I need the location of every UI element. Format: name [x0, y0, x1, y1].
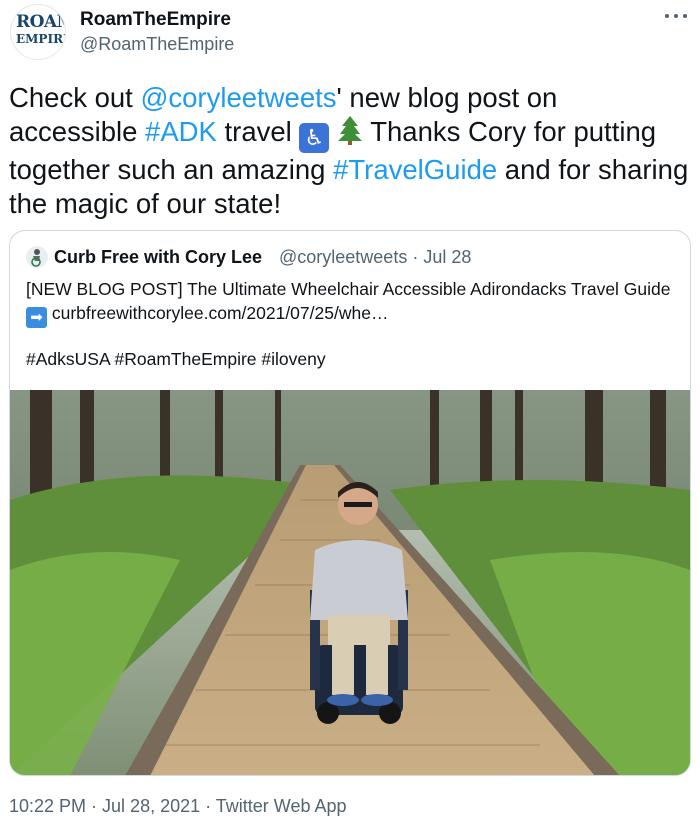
quoted-tweet[interactable]: Curb Free with Cory Lee @coryleetweets ·… — [9, 230, 691, 776]
quoted-hashtags: #AdksUSA #RoamTheEmpire #iloveny — [26, 349, 326, 369]
evergreen-tree-emoji — [338, 116, 363, 145]
roam-the-empire-logo: ROAM EMPIRE — [16, 12, 65, 47]
mention-link[interactable]: @coryleetweets — [140, 82, 336, 113]
more-horizontal-icon[interactable] — [662, 6, 690, 26]
quoted-display-name[interactable]: Curb Free with Cory Lee — [54, 247, 262, 268]
quoted-tweet-text: [NEW BLOG POST] The Ultimate Wheelchair … — [26, 277, 686, 328]
account-handle[interactable]: @RoamTheEmpire — [80, 34, 234, 55]
tweet-header: ROAM EMPIRE RoamTheEmpire @RoamTheEmpire — [10, 4, 690, 60]
tweet-timestamp-source[interactable]: 10:22 PM · Jul 28, 2021 · Twitter Web Ap… — [9, 796, 347, 817]
right-arrow-emoji: ➡ — [26, 307, 47, 328]
tweet-text-segment: Check out — [9, 82, 141, 113]
hashtag-travelguide-link[interactable]: #TravelGuide — [333, 154, 497, 185]
man-in-wheelchair-on-forest-boardwalk-photo[interactable] — [10, 390, 690, 776]
quoted-handle-date[interactable]: @coryleetweets · Jul 28 — [279, 247, 471, 268]
tweet-text: Check out @coryleetweets' new blog post … — [9, 81, 689, 221]
quoted-link[interactable]: curbfreewithcorylee.com/2021/07/25/whe… — [52, 303, 389, 323]
display-name[interactable]: RoamTheEmpire — [80, 9, 231, 31]
quoted-avatar[interactable] — [26, 246, 48, 268]
hashtag-adk-link[interactable]: #ADK — [145, 116, 217, 147]
tweet-text-segment: travel — [216, 116, 300, 147]
quoted-text-segment: [NEW BLOG POST] The Ultimate Wheelchair … — [26, 279, 671, 299]
avatar[interactable]: ROAM EMPIRE — [10, 4, 66, 60]
wheelchair-symbol-emoji: ♿ — [299, 123, 330, 153]
